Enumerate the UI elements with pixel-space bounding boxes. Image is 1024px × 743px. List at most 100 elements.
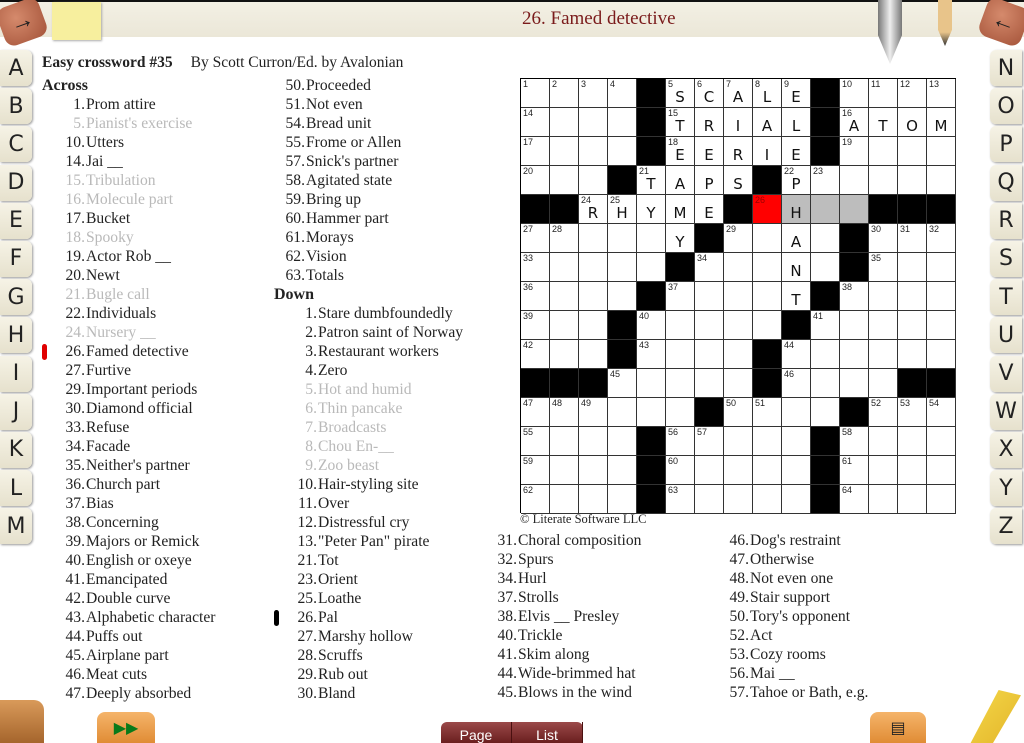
grid-cell[interactable]: 53 — [898, 398, 927, 427]
grid-cell[interactable] — [550, 137, 579, 166]
grid-cell[interactable] — [811, 195, 840, 224]
down-clue[interactable]: 56.Mai __ — [718, 664, 868, 683]
across-clue[interactable]: 19.Actor Rob __ — [54, 247, 215, 266]
across-clue[interactable]: 39.Majors or Remick — [54, 532, 215, 551]
grid-cell[interactable]: 42 — [521, 340, 550, 369]
across-clue[interactable]: 55.Frome or Allen — [274, 133, 463, 152]
grid-cell[interactable]: 18 E — [666, 137, 695, 166]
grid-cell[interactable] — [579, 137, 608, 166]
letter-key-w[interactable]: W — [990, 393, 1022, 430]
grid-cell[interactable] — [608, 485, 637, 514]
down-clue[interactable]: 28.Scruffs — [286, 646, 463, 665]
grid-cell[interactable] — [840, 369, 869, 398]
list-view-button[interactable]: List — [512, 722, 583, 743]
grid-cell[interactable]: 21 T — [637, 166, 666, 195]
grid-cell[interactable]: 15 T — [666, 108, 695, 137]
grid-cell[interactable]: Y — [637, 195, 666, 224]
grid-cell[interactable]: 22 P — [782, 166, 811, 195]
down-clue[interactable]: 12.Distressful cry — [286, 513, 463, 532]
grid-cell[interactable] — [869, 137, 898, 166]
down-clue[interactable]: 3.Restaurant workers — [286, 342, 463, 361]
grid-cell[interactable]: O — [898, 108, 927, 137]
down-clue[interactable]: 49.Stair support — [718, 588, 868, 607]
grid-cell[interactable] — [695, 282, 724, 311]
grid-cell[interactable] — [724, 369, 753, 398]
grid-cell[interactable]: 57 — [695, 427, 724, 456]
grid-cell[interactable] — [927, 311, 956, 340]
grid-cell[interactable]: 12 — [898, 79, 927, 108]
down-clue[interactable]: 26.Pal — [274, 608, 463, 627]
across-clue[interactable]: 30.Diamond official — [54, 399, 215, 418]
grid-cell[interactable] — [666, 311, 695, 340]
grid-cell[interactable] — [637, 224, 666, 253]
grid-cell[interactable]: 1 — [521, 79, 550, 108]
grid-cell[interactable]: 14 — [521, 108, 550, 137]
grid-cell[interactable] — [927, 166, 956, 195]
grid-cell[interactable] — [608, 108, 637, 137]
down-clue[interactable]: 30.Bland — [286, 684, 463, 703]
grid-cell[interactable] — [724, 253, 753, 282]
grid-cell[interactable]: 47 — [521, 398, 550, 427]
across-clue[interactable]: 61.Morays — [274, 228, 463, 247]
grid-cell[interactable] — [869, 311, 898, 340]
grid-cell[interactable] — [579, 253, 608, 282]
down-clue[interactable]: 10.Hair-styling site — [286, 475, 463, 494]
grid-cell[interactable]: 44 — [782, 340, 811, 369]
grid-cell[interactable] — [608, 224, 637, 253]
grid-cell[interactable] — [579, 311, 608, 340]
grid-cell[interactable] — [608, 253, 637, 282]
grid-cell[interactable] — [666, 340, 695, 369]
across-clue[interactable]: 46.Meat cuts — [54, 665, 215, 684]
down-clue[interactable]: 48.Not even one — [718, 569, 868, 588]
grid-cell[interactable] — [608, 282, 637, 311]
view-toggle[interactable]: Page List — [441, 722, 583, 743]
grid-cell[interactable]: 26 — [753, 195, 782, 224]
down-clue[interactable]: 45.Blows in the wind — [486, 683, 641, 702]
grid-cell[interactable] — [840, 311, 869, 340]
grid-cell[interactable]: 60 — [666, 456, 695, 485]
across-clue[interactable]: 43.Alphabetic character — [54, 608, 216, 627]
grid-cell[interactable]: T — [782, 282, 811, 311]
grid-cell[interactable] — [927, 427, 956, 456]
grid-cell[interactable]: A — [753, 108, 782, 137]
grid-cell[interactable] — [898, 311, 927, 340]
grid-cell[interactable]: M — [927, 108, 956, 137]
grid-cell[interactable]: 29 — [724, 224, 753, 253]
grid-cell[interactable] — [811, 340, 840, 369]
grid-cell[interactable] — [898, 282, 927, 311]
grid-cell[interactable]: 31 — [898, 224, 927, 253]
across-clue[interactable]: 16.Molecule part — [54, 190, 215, 209]
grid-cell[interactable] — [782, 456, 811, 485]
letter-key-e[interactable]: E — [0, 202, 32, 239]
grid-cell[interactable]: I — [753, 137, 782, 166]
down-clue[interactable]: 31.Choral composition — [486, 531, 642, 550]
grid-cell[interactable]: 9E — [782, 79, 811, 108]
grid-cell[interactable]: 33 — [521, 253, 550, 282]
grid-cell[interactable] — [927, 340, 956, 369]
down-clue[interactable]: 34.Hurl — [486, 569, 641, 588]
grid-cell[interactable]: 48 — [550, 398, 579, 427]
grid-cell[interactable] — [898, 166, 927, 195]
grid-cell[interactable]: S — [724, 166, 753, 195]
down-clue[interactable]: 40.Trickle — [486, 626, 641, 645]
grid-cell[interactable]: 52 — [869, 398, 898, 427]
letter-key-k[interactable]: K — [0, 431, 32, 468]
grid-cell[interactable] — [550, 340, 579, 369]
down-clue[interactable]: 53.Cozy rooms — [718, 645, 868, 664]
grid-cell[interactable] — [898, 427, 927, 456]
down-clue[interactable]: 11.Over — [286, 494, 463, 513]
across-clue[interactable]: 54.Bread unit — [274, 114, 463, 133]
down-clue[interactable]: 57.Tahoe or Bath, e.g. — [718, 683, 869, 702]
sticky-note-icon[interactable] — [52, 2, 101, 40]
grid-cell[interactable] — [753, 282, 782, 311]
grid-cell[interactable] — [550, 427, 579, 456]
grid-cell[interactable]: 3 — [579, 79, 608, 108]
grid-cell[interactable]: 6C — [695, 79, 724, 108]
grid-cell[interactable] — [579, 108, 608, 137]
pencil-icon[interactable] — [938, 0, 952, 46]
page-view-button[interactable]: Page — [441, 722, 512, 743]
grid-cell[interactable]: 35 — [869, 253, 898, 282]
across-clue[interactable]: 59.Bring up — [274, 190, 463, 209]
down-clue[interactable]: 27.Marshy hollow — [286, 627, 463, 646]
grid-cell[interactable] — [637, 398, 666, 427]
